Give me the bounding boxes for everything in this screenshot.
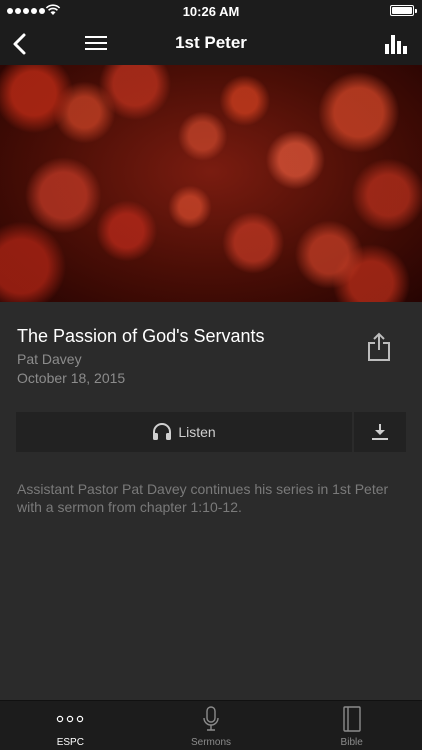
microphone-icon bbox=[203, 706, 219, 731]
sermon-actions: Listen bbox=[16, 412, 406, 452]
sermon-description: Assistant Pastor Pat Davey continues his… bbox=[17, 481, 389, 515]
battery-icon bbox=[390, 5, 417, 16]
sermon-speaker: Pat Davey bbox=[17, 351, 82, 367]
back-chevron-icon[interactable] bbox=[8, 31, 34, 57]
sermon-title: The Passion of God's Servants bbox=[17, 326, 265, 346]
tab-espc[interactable]: ESPC bbox=[0, 701, 141, 750]
tab-label: ESPC bbox=[56, 737, 84, 748]
page-title: 1st Peter bbox=[175, 33, 247, 52]
ellipsis-icon bbox=[57, 715, 84, 723]
download-icon bbox=[372, 424, 388, 440]
listen-button[interactable]: Listen bbox=[16, 412, 352, 452]
bar-chart-icon[interactable] bbox=[384, 32, 408, 56]
hamburger-menu-icon[interactable] bbox=[84, 32, 108, 54]
tab-sermons[interactable]: Sermons bbox=[141, 701, 282, 750]
navigation-bar: 1st Peter bbox=[0, 22, 422, 65]
listen-label: Listen bbox=[178, 424, 216, 440]
download-button[interactable] bbox=[354, 412, 406, 452]
share-icon[interactable] bbox=[366, 332, 392, 362]
sermon-date: October 18, 2015 bbox=[17, 370, 126, 386]
tab-bar: ESPC Sermons Bible bbox=[0, 700, 422, 750]
tab-label: Sermons bbox=[191, 737, 232, 748]
headphones-icon bbox=[153, 423, 172, 440]
book-icon bbox=[342, 706, 361, 732]
status-bar: 10:26 AM bbox=[0, 0, 422, 22]
tab-label: Bible bbox=[340, 737, 363, 748]
sermon-artwork bbox=[0, 65, 422, 302]
status-time: 10:26 AM bbox=[182, 4, 240, 19]
tab-bible[interactable]: Bible bbox=[281, 701, 422, 750]
sermon-details: The Passion of God's Servants Pat Davey … bbox=[0, 302, 422, 700]
